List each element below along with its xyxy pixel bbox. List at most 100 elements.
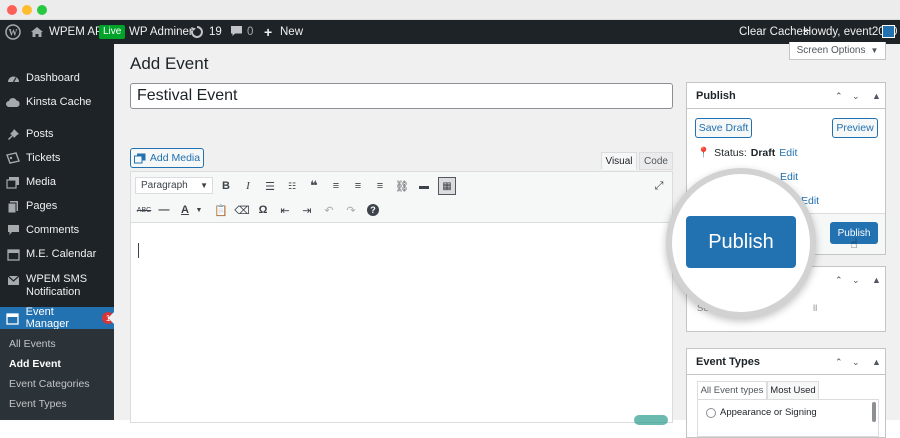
submenu-add-event[interactable]: Add Event <box>9 358 61 370</box>
pin-icon: 📍 <box>697 147 711 159</box>
minimize-window-button[interactable] <box>22 5 32 15</box>
page-title: Add Event <box>130 54 209 73</box>
help-icon[interactable]: ? <box>365 202 381 218</box>
wordpress-logo-icon[interactable]: W <box>5 20 21 44</box>
zoom-magnifier: Publish <box>666 168 816 318</box>
tab-most-used[interactable]: Most Used <box>767 381 819 399</box>
horizontal-line-icon[interactable]: — <box>156 202 172 218</box>
calendar-icon <box>6 311 20 325</box>
sidebar-item-pages[interactable]: Pages <box>0 195 114 217</box>
live-badge: Live <box>99 25 126 39</box>
avatar[interactable] <box>882 25 895 38</box>
collapse-toggle-icon[interactable]: ▲ <box>872 267 881 293</box>
redo-icon[interactable]: ↷ <box>343 202 359 218</box>
plus-icon[interactable]: + <box>264 20 272 44</box>
link-icon[interactable]: ⛓ <box>394 178 410 194</box>
chevron-up-icon[interactable]: ⌃ <box>835 83 843 109</box>
clear-caches-link[interactable]: Clear Caches <box>739 20 809 44</box>
chevron-down-icon[interactable]: ⌄ <box>852 83 860 109</box>
screen-options-label: Screen Options <box>796 45 866 56</box>
content-editor[interactable] <box>130 223 673 423</box>
blockquote-icon[interactable]: ❝ <box>306 178 322 194</box>
sidebar-item-label: Pages <box>26 200 58 212</box>
sidebar-item-label: Media <box>26 176 56 188</box>
updates-icon[interactable] <box>190 20 204 44</box>
status-row: 📍 Status: Draft Edit <box>697 146 797 160</box>
align-left-icon[interactable]: ≡ <box>328 178 344 194</box>
grammar-widget-icon[interactable] <box>634 415 668 425</box>
italic-icon[interactable]: I <box>240 178 256 194</box>
tab-code[interactable]: Code <box>639 152 673 170</box>
indent-icon[interactable]: ⇥ <box>299 202 315 218</box>
sidebar-item-media[interactable]: Media <box>0 171 114 193</box>
save-draft-button[interactable]: Save Draft <box>695 118 752 138</box>
sidebar-item-label: Event Manager <box>25 306 70 330</box>
submenu-event-types[interactable]: Event Types <box>9 398 67 410</box>
pin-icon <box>6 127 20 141</box>
bullet-list-icon[interactable]: ☰ <box>262 178 278 194</box>
chevron-down-icon[interactable]: ⌄ <box>852 349 860 375</box>
zoomed-publish-button[interactable]: Publish <box>686 216 796 268</box>
strikethrough-icon[interactable]: ABC <box>134 202 154 218</box>
wp-adminer-link[interactable]: WP Adminer <box>129 20 193 44</box>
tab-visual[interactable]: Visual <box>601 152 637 170</box>
edit-status-link[interactable]: Edit <box>779 147 797 159</box>
hand-cursor-icon: ☝ <box>850 236 858 251</box>
read-more-icon[interactable]: ▬ <box>416 178 432 194</box>
media-icon <box>6 175 20 189</box>
panel-title: Event Types <box>696 356 760 368</box>
align-right-icon[interactable]: ≡ <box>372 178 388 194</box>
outdent-icon[interactable]: ⇤ <box>277 202 293 218</box>
align-center-icon[interactable]: ≡ <box>350 178 366 194</box>
format-select-value: Paragraph <box>141 180 188 191</box>
preview-button[interactable]: Preview <box>832 118 878 138</box>
sidebar-item-posts[interactable]: Posts <box>0 123 114 145</box>
sidebar-item-comments[interactable]: Comments <box>0 219 114 241</box>
undo-icon[interactable]: ↶ <box>321 202 337 218</box>
cloud-icon <box>6 95 20 109</box>
radio-appearance[interactable] <box>706 408 716 418</box>
calendar-icon <box>6 247 20 261</box>
format-select[interactable]: Paragraph ▼ <box>135 177 213 194</box>
numbered-list-icon[interactable]: ☷ <box>284 178 300 194</box>
sidebar-item-dashboard[interactable]: Dashboard <box>0 67 114 89</box>
maximize-window-button[interactable] <box>37 5 47 15</box>
new-content-link[interactable]: New <box>280 20 303 44</box>
admin-bar: W WPEM APP Live WP Adminer 19 0 + New Cl… <box>0 20 900 44</box>
clear-formatting-icon[interactable]: ⌫ <box>234 202 250 218</box>
collapse-toggle-icon[interactable]: ▲ <box>872 349 881 375</box>
paste-text-icon[interactable]: 📋 <box>213 202 229 218</box>
bold-icon[interactable]: B <box>218 178 234 194</box>
sidebar-item-tickets[interactable]: Tickets <box>0 147 114 169</box>
chevron-down-icon[interactable]: ⌄ <box>852 267 860 293</box>
special-character-icon[interactable]: Ω <box>255 202 271 218</box>
collapse-toggle-icon[interactable]: ▲ <box>872 83 881 109</box>
sidebar-item-label: Tickets <box>26 152 61 164</box>
sidebar-item-me-calendar[interactable]: M.E. Calendar <box>0 243 114 265</box>
scrollbar[interactable] <box>872 402 876 422</box>
caret-down-icon[interactable]: ▼ <box>191 202 207 218</box>
chevron-up-icon[interactable]: ⌃ <box>835 267 843 293</box>
svg-text:W: W <box>9 28 18 38</box>
panel-text-fragment-tail: ll <box>813 303 818 314</box>
tab-all-event-types[interactable]: All Event types <box>697 381 767 399</box>
toolbar-toggle-icon[interactable]: ▦ <box>438 177 456 195</box>
add-media-button[interactable]: Add Media <box>130 148 204 168</box>
chevron-up-icon[interactable]: ⌃ <box>835 349 843 375</box>
screen-options-button[interactable]: Screen Options ▼ <box>789 42 886 60</box>
sidebar-item-kinsta-cache[interactable]: Kinsta Cache <box>0 91 114 113</box>
caret-down-icon: ▼ <box>870 46 879 55</box>
event-title-input[interactable]: Festival Event <box>130 83 673 109</box>
submenu-all-events[interactable]: All Events <box>9 338 56 350</box>
sidebar-item-label: Posts <box>26 128 54 140</box>
close-window-button[interactable] <box>7 5 17 15</box>
updates-count[interactable]: 19 <box>209 20 222 44</box>
fullscreen-icon[interactable]: ⤢ <box>651 178 667 194</box>
submenu-event-categories[interactable]: Event Categories <box>9 378 90 390</box>
editor-toolbar: Paragraph ▼ B I ☰ ☷ ❝ ≡ ≡ ≡ ⛓ ▬ ▦ ⤢ ABC … <box>130 171 673 223</box>
sidebar-item-wpem-sms[interactable]: WPEM SMS Notification <box>0 273 114 303</box>
sidebar-item-event-manager[interactable]: Event Manager 1 <box>0 306 114 330</box>
home-icon <box>30 20 44 44</box>
comments-count[interactable]: 0 <box>247 20 253 44</box>
comments-icon[interactable] <box>230 20 243 44</box>
